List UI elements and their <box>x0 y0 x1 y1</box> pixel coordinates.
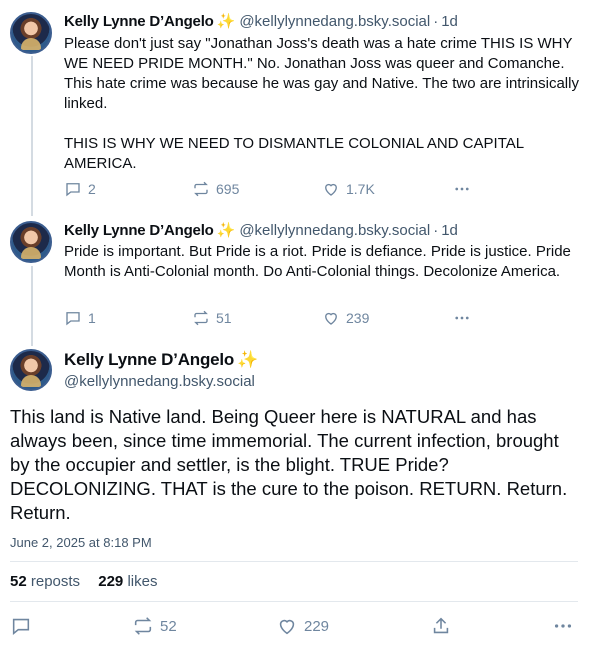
main-post-actions: 52 229 <box>10 615 580 639</box>
divider <box>10 561 578 562</box>
thread-post[interactable]: Kelly Lynne D’Angelo ✨ @kellylynnedang.bsk… <box>0 210 589 340</box>
post-actions: 2 695 1.7K <box>64 180 484 202</box>
post-text: Please don't just say "Jonathan Joss's d… <box>64 34 579 174</box>
more-button[interactable] <box>552 615 574 637</box>
post-actions: 1 51 239 <box>64 309 484 331</box>
more-icon <box>452 309 472 327</box>
share-button[interactable] <box>430 615 452 637</box>
author-name[interactable]: Kelly Lynne D’Angelo <box>64 222 214 239</box>
likes-label: likes <box>127 573 158 590</box>
more-button[interactable] <box>452 309 472 327</box>
repost-button[interactable]: 51 <box>192 309 232 327</box>
post-header: Kelly Lynne D’Angelo ✨ @kellylynnedang.bsk… <box>64 221 458 239</box>
like-button[interactable]: 1.7K <box>322 180 375 198</box>
more-icon <box>552 615 574 637</box>
repost-count: 52 <box>160 617 177 635</box>
sparkle-emoji: ✨ <box>216 13 236 30</box>
post-time[interactable]: 1d <box>441 222 458 239</box>
repost-count: 51 <box>216 310 232 326</box>
engagement-counts: 52 reposts 229 likes <box>10 573 157 590</box>
like-icon <box>322 309 340 327</box>
like-button[interactable]: 229 <box>276 615 329 637</box>
reply-icon <box>64 309 82 327</box>
reposts-stat[interactable]: 52 reposts <box>10 573 80 590</box>
repost-button[interactable]: 695 <box>192 180 239 198</box>
reposts-label: reposts <box>30 573 81 590</box>
main-author-handle[interactable]: @kellylynnedang.bsky.social <box>64 373 255 390</box>
author-name[interactable]: Kelly Lynne D’Angelo <box>64 13 214 30</box>
author-handle[interactable]: @kellylynnedang.bsky.social <box>239 222 430 239</box>
post-paragraph: Pride is important. But Pride is a riot.… <box>64 243 571 280</box>
author-name[interactable]: Kelly Lynne D’Angelo <box>64 350 234 369</box>
separator-dot: · <box>433 13 439 30</box>
like-button[interactable]: 239 <box>322 309 369 327</box>
likes-stat[interactable]: 229 likes <box>98 573 157 590</box>
reply-button[interactable]: 1 <box>64 309 96 327</box>
sparkle-emoji: ✨ <box>237 350 259 369</box>
repost-icon <box>192 180 210 198</box>
more-button[interactable] <box>452 180 472 198</box>
like-icon <box>322 180 340 198</box>
main-post-text: This land is Native land. Being Queer he… <box>10 406 568 523</box>
post-header: Kelly Lynne D’Angelo ✨ @kellylynnedang.bsk… <box>64 12 458 30</box>
avatar[interactable] <box>10 12 52 54</box>
reply-button[interactable] <box>10 615 32 637</box>
repost-icon <box>192 309 210 327</box>
reply-icon <box>64 180 82 198</box>
divider <box>10 601 578 602</box>
repost-count: 695 <box>216 181 240 197</box>
share-icon <box>430 615 452 637</box>
reply-count: 1 <box>88 310 96 326</box>
likes-count: 229 <box>98 573 124 590</box>
main-author-name[interactable]: Kelly Lynne D’Angelo ✨ <box>64 350 258 370</box>
post-text: Pride is important. But Pride is a riot.… <box>64 242 579 282</box>
reply-icon <box>10 615 32 637</box>
sparkle-emoji: ✨ <box>216 222 236 239</box>
main-avatar[interactable] <box>10 349 52 391</box>
main-post-date: June 2, 2025 at 8:18 PM <box>10 535 152 550</box>
author-handle[interactable]: @kellylynnedang.bsky.social <box>239 13 430 30</box>
reply-button[interactable]: 2 <box>64 180 96 198</box>
repost-button[interactable]: 52 <box>132 615 177 637</box>
reply-count: 2 <box>88 181 96 197</box>
separator-dot: · <box>433 222 439 239</box>
like-count: 239 <box>346 310 370 326</box>
like-count: 229 <box>304 617 330 635</box>
like-icon <box>276 615 298 637</box>
post-time[interactable]: 1d <box>441 13 458 30</box>
post-paragraph: THIS IS WHY WE NEED TO DISMANTLE COLONIA… <box>64 135 524 172</box>
like-count: 1.7K <box>346 181 375 197</box>
post-paragraph: Please don't just say "Jonathan Joss's d… <box>64 35 579 112</box>
thread-post[interactable]: Kelly Lynne D’Angelo ✨ @kellylynnedang.bsk… <box>0 0 589 210</box>
repost-icon <box>132 615 154 637</box>
more-icon <box>452 180 472 198</box>
reposts-count: 52 <box>10 573 27 590</box>
avatar[interactable] <box>10 221 52 263</box>
